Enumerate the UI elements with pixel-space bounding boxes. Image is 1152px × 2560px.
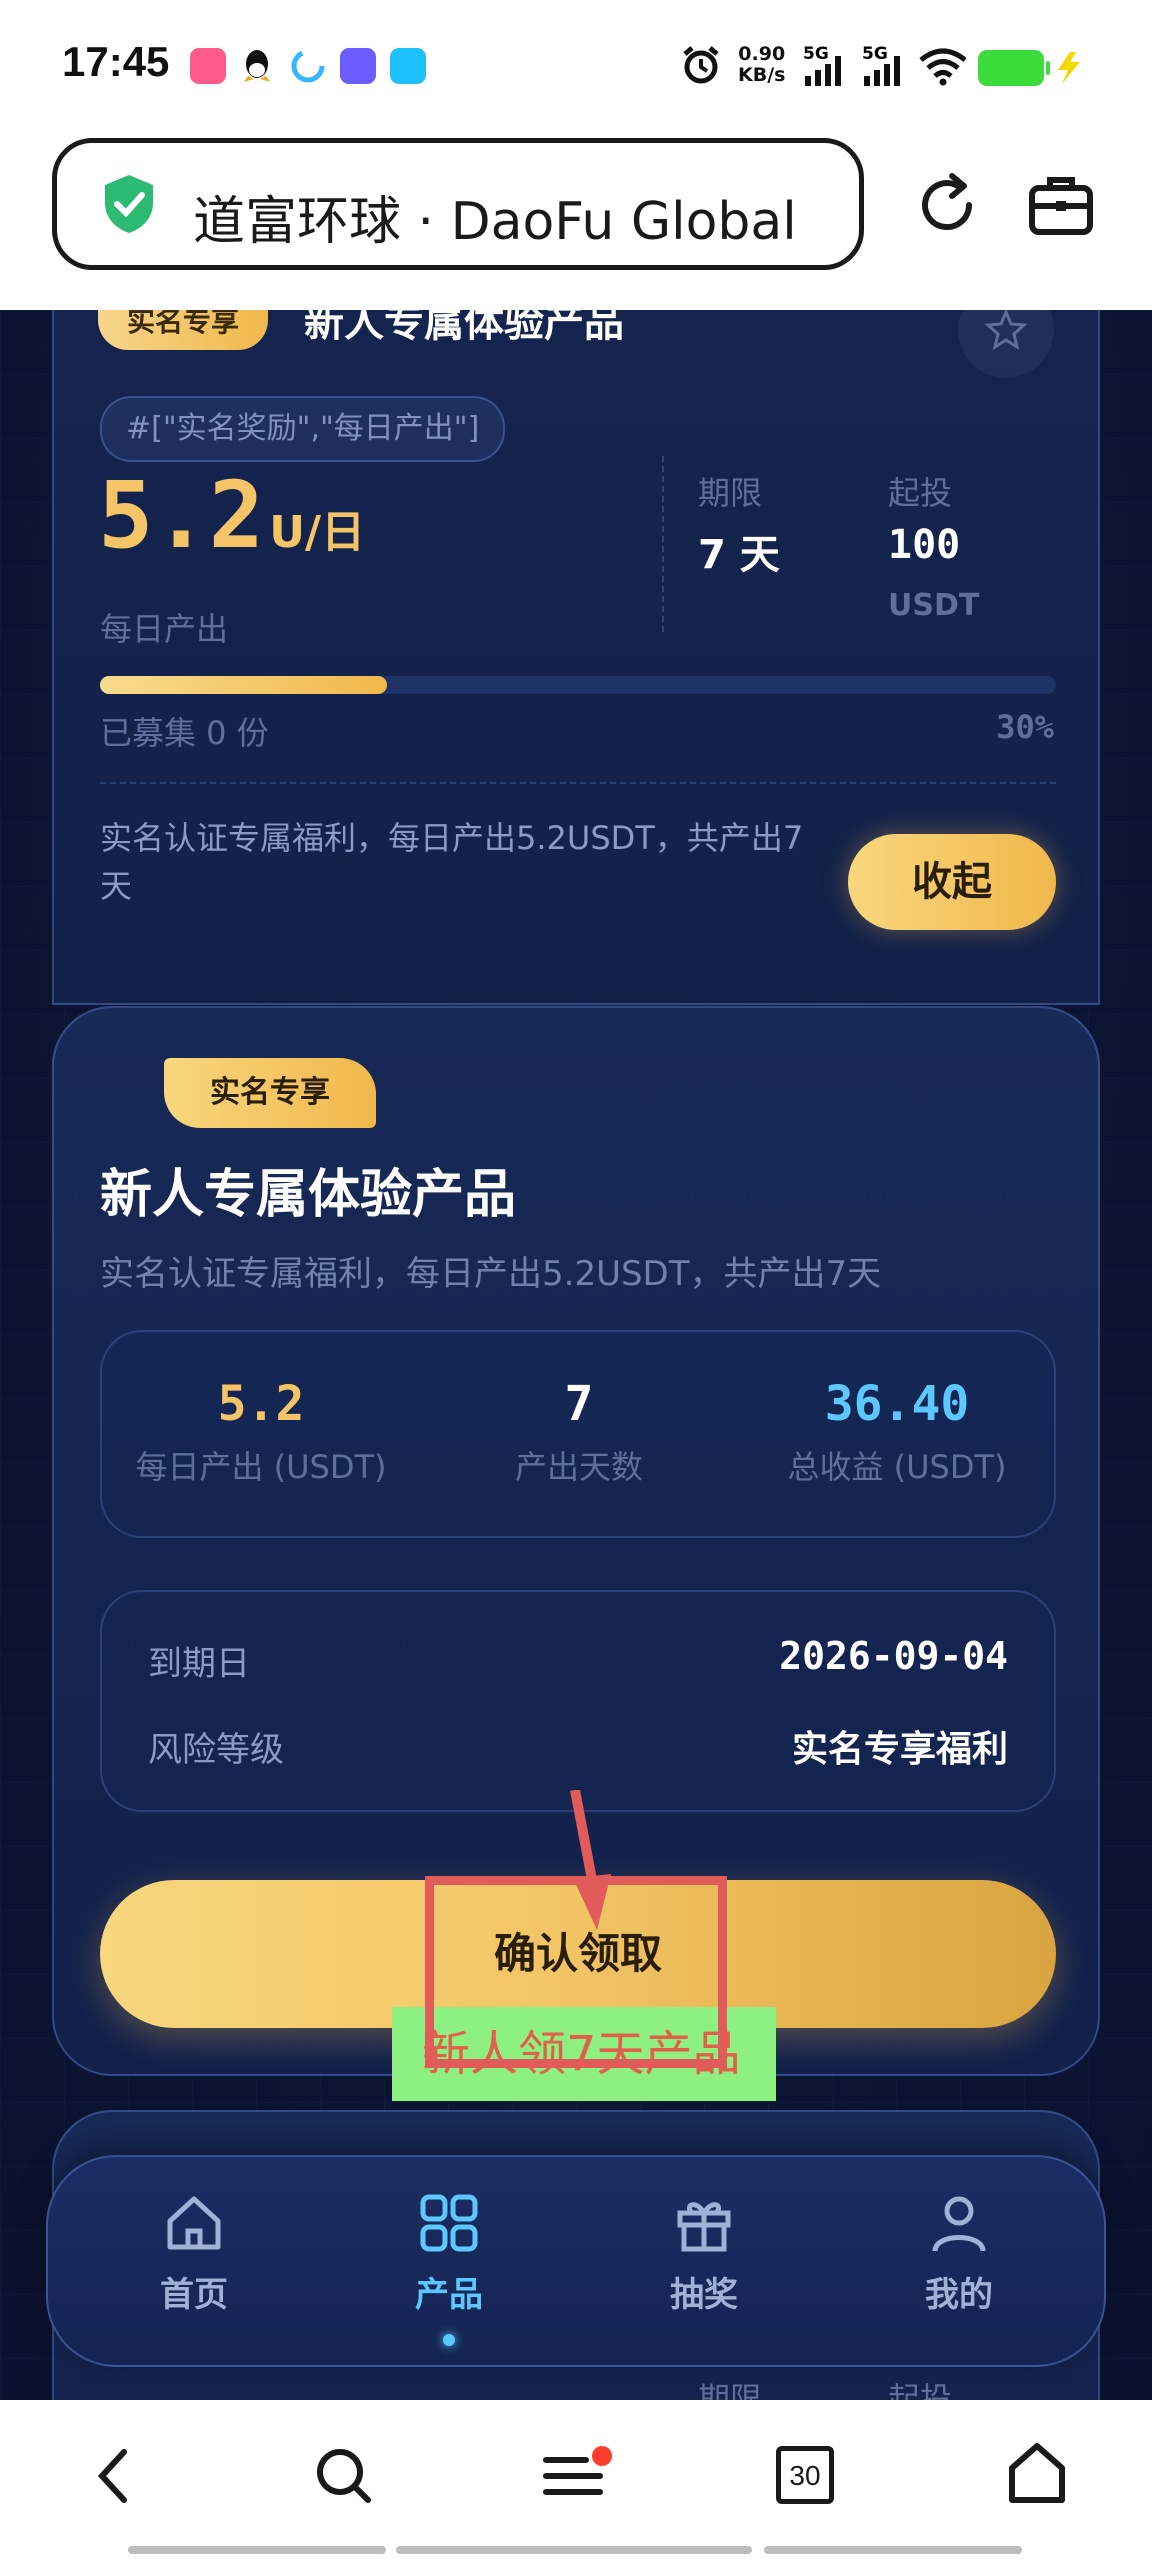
home-page-icon[interactable] bbox=[1004, 2440, 1070, 2510]
tab-count: 30 bbox=[789, 2460, 821, 2491]
net-speed: 0.90 KB/s bbox=[738, 44, 785, 86]
sim1-label: 5G bbox=[803, 44, 829, 64]
product-description: 实名认证专属福利，每日产出5.2USDT，共产出7天 bbox=[100, 819, 804, 905]
stat-daily-output-value: 5.2 bbox=[217, 1376, 305, 1432]
nav-item-home[interactable]: 首页 bbox=[94, 2191, 294, 2316]
browser-bottom-bar: 30 bbox=[0, 2400, 1152, 2560]
nav-item-lottery[interactable]: 抽奖 bbox=[604, 2191, 804, 2316]
reload-icon[interactable] bbox=[912, 170, 982, 244]
expiry-label: 到期日 bbox=[148, 1644, 250, 1684]
gesture-bar-left bbox=[128, 2546, 386, 2554]
tabs-icon[interactable]: 30 bbox=[776, 2446, 834, 2504]
stat-total-income-label: 总收益 (USDT) bbox=[787, 1448, 1007, 1486]
product-tags: #["实名奖励","每日产出"] bbox=[100, 396, 506, 462]
active-indicator-dot bbox=[443, 2334, 455, 2346]
browser-toolbar: 道富环球 · DaoFu Global bbox=[0, 130, 1152, 310]
stat-days-value: 7 bbox=[564, 1376, 594, 1432]
raised-count: 已募集 0 份 bbox=[100, 714, 269, 752]
detail-badge: 实名专享 bbox=[164, 1058, 376, 1128]
min-invest-value: 100 bbox=[888, 522, 961, 568]
search-icon[interactable] bbox=[312, 2444, 376, 2512]
daily-output-value: 5.2 U/日 bbox=[98, 462, 365, 569]
nav-label-home: 首页 bbox=[160, 2275, 228, 2315]
status-time: 17:45 bbox=[62, 38, 170, 85]
vpn-app-icon bbox=[340, 48, 376, 84]
stats-box: 5.2 每日产出 (USDT) 7 产出天数 36.40 总收益 (USDT) bbox=[100, 1330, 1056, 1538]
term-value: 7 天 bbox=[698, 532, 780, 578]
signal-sim1-icon: 5G bbox=[803, 44, 851, 92]
info-box: 到期日 2026-09-04 风险等级 实名专享福利 bbox=[100, 1590, 1056, 1812]
gift-icon bbox=[677, 2202, 731, 2252]
nav-item-products[interactable]: 产品 bbox=[349, 2191, 549, 2346]
detail-title: 新人专属体验产品 bbox=[100, 1165, 517, 1225]
status-bar: 17:45 0.90 KB/s 5G 5G bbox=[0, 0, 1152, 130]
product-tags-text: #["实名奖励","每日产出"] bbox=[126, 411, 480, 446]
expiry-value: 2026-09-04 bbox=[779, 1634, 1008, 1678]
toolbox-icon[interactable] bbox=[1026, 170, 1096, 244]
stat-daily-output-label: 每日产出 (USDT) bbox=[135, 1448, 387, 1486]
progress-track bbox=[100, 676, 1056, 694]
wifi-icon bbox=[918, 46, 968, 90]
edge-app-icon bbox=[390, 48, 426, 84]
stat-days-label: 产出天数 bbox=[514, 1448, 643, 1486]
min-invest-label: 起投 bbox=[888, 474, 953, 512]
term-label: 期限 bbox=[698, 474, 763, 512]
battery-icon bbox=[978, 50, 1088, 90]
nav-label-lottery: 抽奖 bbox=[670, 2275, 738, 2315]
net-speed-unit: KB/s bbox=[738, 64, 786, 86]
qq-icon bbox=[240, 46, 274, 90]
stat-total-income-value: 36.40 bbox=[824, 1376, 970, 1432]
risk-value: 实名专享福利 bbox=[791, 1729, 1008, 1770]
detail-description: 实名认证专属福利，每日产出5.2USDT，共产出7天 bbox=[100, 1254, 882, 1294]
signal-sim2-icon: 5G bbox=[862, 44, 910, 92]
progress-fill bbox=[100, 676, 387, 694]
nav-label-products: 产品 bbox=[415, 2275, 483, 2315]
collapse-button-label: 收起 bbox=[912, 859, 992, 905]
alarm-icon bbox=[680, 44, 722, 90]
min-invest-unit: USDT bbox=[888, 588, 980, 623]
bottom-nav: 首页 产品 抽奖 我的 bbox=[46, 2155, 1106, 2367]
gesture-bar-mid bbox=[396, 2546, 752, 2554]
app-notification-icon bbox=[190, 48, 226, 84]
back-icon[interactable] bbox=[90, 2444, 140, 2512]
product-page: 实名专享 新人专属体验产品 #["实名奖励","每日产出"] 5.2 U/日 每… bbox=[0, 310, 1152, 2400]
grid-icon bbox=[420, 2194, 478, 2252]
address-bar[interactable]: 道富环球 · DaoFu Global bbox=[52, 138, 864, 270]
product-title: 新人专属体验产品 bbox=[304, 310, 624, 346]
stat-daily-output: 5.2 每日产出 (USDT) bbox=[102, 1376, 420, 1488]
daily-output-unit: U/日 bbox=[269, 507, 366, 558]
detail-badge-label: 实名专享 bbox=[210, 1075, 330, 1110]
next-term-label: 期限 bbox=[698, 2380, 763, 2400]
nav-label-mine: 我的 bbox=[925, 2275, 993, 2315]
nav-item-mine[interactable]: 我的 bbox=[859, 2191, 1059, 2316]
collapse-button[interactable]: 收起 bbox=[848, 834, 1056, 930]
menu-icon[interactable] bbox=[540, 2444, 614, 2512]
product-badge-label: 实名专享 bbox=[126, 310, 239, 338]
next-min-invest-label: 起投 bbox=[888, 2380, 953, 2400]
stat-days: 7 产出天数 bbox=[420, 1376, 738, 1488]
sim2-label: 5G bbox=[862, 44, 888, 64]
daily-output-number: 5.2 bbox=[98, 462, 265, 569]
user-icon bbox=[932, 2196, 986, 2252]
divider bbox=[100, 782, 1056, 784]
daily-output-label: 每日产出 bbox=[100, 610, 229, 648]
product-card-expanded: 实名专享 新人专属体验产品 #["实名奖励","每日产出"] 5.2 U/日 每… bbox=[52, 310, 1100, 1005]
progress-percent: 30% bbox=[996, 708, 1054, 746]
net-speed-value: 0.90 bbox=[738, 43, 786, 65]
gesture-bar-right bbox=[764, 2546, 1022, 2554]
annotation-highlight-box bbox=[425, 1876, 727, 2068]
risk-label: 风险等级 bbox=[148, 1730, 284, 1770]
secure-shield-icon bbox=[101, 173, 157, 239]
home-icon bbox=[167, 2196, 221, 2250]
product-badge: 实名专享 bbox=[98, 310, 268, 350]
stat-divider bbox=[662, 456, 664, 632]
page-title: 道富环球 · DaoFu Global bbox=[193, 192, 797, 252]
browser-app-icon bbox=[290, 48, 326, 88]
favorite-star-icon[interactable] bbox=[958, 310, 1054, 378]
stat-total-income: 36.40 总收益 (USDT) bbox=[738, 1376, 1056, 1488]
